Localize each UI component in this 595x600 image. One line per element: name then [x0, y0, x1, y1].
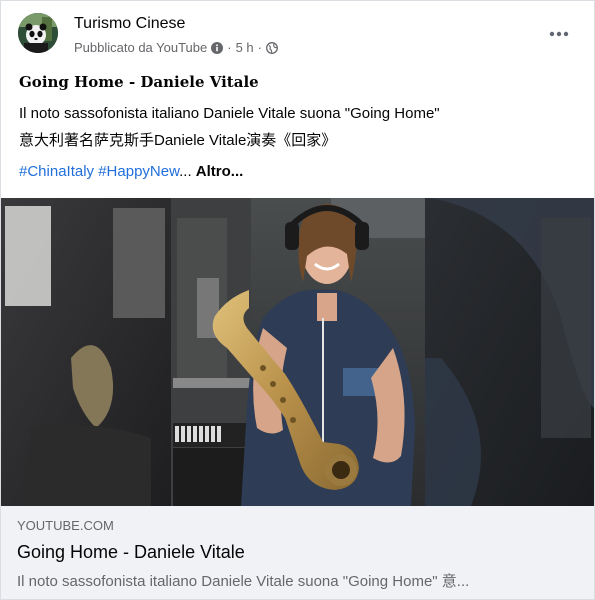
published-by-label[interactable]: Pubblicato da YouTube: [74, 40, 207, 55]
preview-title[interactable]: Going Home - Daniele Vitale: [17, 542, 245, 563]
panda-avatar-image: [18, 13, 58, 53]
more-options-icon: [549, 31, 569, 37]
post-card: Turismo Cinese Pubblicato da YouTube · 5…: [0, 0, 595, 600]
page-name[interactable]: Turismo Cinese: [74, 15, 185, 33]
preview-domain: YOUTUBE.COM: [17, 518, 114, 533]
meta-separator: ·: [227, 40, 232, 55]
hashtag-happynew[interactable]: #HappyNew: [98, 163, 179, 180]
info-icon[interactable]: [211, 41, 224, 54]
post-time[interactable]: 5 h: [236, 40, 254, 55]
see-more-link[interactable]: Altro...: [196, 163, 244, 180]
post-meta: Pubblicato da YouTube · 5 h ·: [74, 40, 278, 55]
post-description-line2: 意大利著名萨克斯手Daniele Vitale演奏《回家》: [19, 132, 337, 149]
post-description-line1: Il noto sassofonista italiano Daniele Vi…: [19, 105, 440, 122]
post-title: Going Home - Daniele Vitale: [19, 73, 259, 91]
meta-separator-2: ·: [257, 40, 263, 55]
truncation-ellipsis: ...: [179, 163, 192, 180]
more-options-button[interactable]: [544, 19, 574, 49]
link-preview[interactable]: YOUTUBE.COM Going Home - Daniele Vitale …: [1, 506, 594, 599]
preview-description: Il noto sassofonista italiano Daniele Vi…: [17, 573, 470, 590]
hashtag-chinaitaly[interactable]: #ChinaItaly: [19, 163, 94, 180]
post-hashtags: #ChinaItaly #HappyNew... Altro...: [19, 163, 243, 180]
video-frame-image: [1, 198, 594, 506]
video-thumbnail[interactable]: [1, 198, 594, 506]
post-header: Turismo Cinese Pubblicato da YouTube · 5…: [1, 1, 594, 65]
globe-icon[interactable]: [266, 41, 278, 54]
page-avatar[interactable]: [18, 13, 58, 53]
